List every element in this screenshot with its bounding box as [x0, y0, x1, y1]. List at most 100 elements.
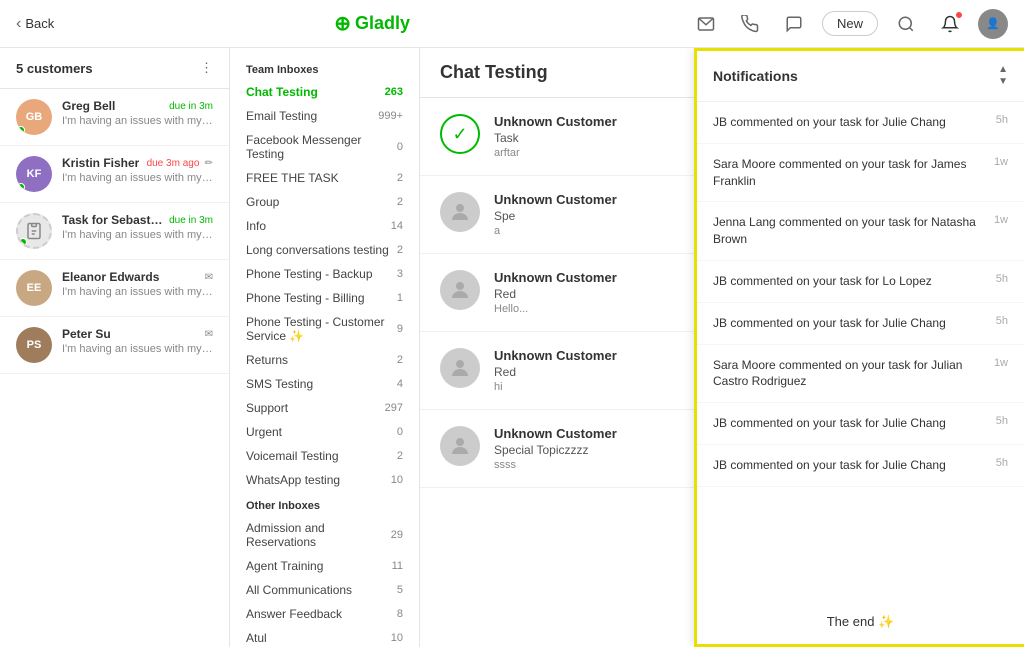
inbox-item-count: 11 — [392, 560, 403, 572]
inbox-item-name: Agent Training — [246, 559, 323, 573]
notif-item[interactable]: Sara Moore commented on your task for Ju… — [697, 345, 1024, 404]
inbox-item-name: Answer Feedback — [246, 607, 342, 621]
inbox-item[interactable]: Info 14 — [230, 214, 419, 238]
back-button[interactable]: ‹ Back — [16, 15, 54, 33]
inbox-item-count: 10 — [391, 632, 403, 644]
edit-icon: ✏ — [205, 158, 213, 169]
logo-plus-icon: ⊕ — [334, 11, 351, 36]
phone-icon[interactable] — [734, 8, 766, 40]
chat-icon[interactable] — [778, 8, 810, 40]
bell-badge — [954, 10, 964, 20]
customer-avatar: PS — [16, 327, 52, 363]
notif-text: Jenna Lang commented on your task for Na… — [713, 214, 994, 248]
inbox-item-name: Voicemail Testing — [246, 449, 339, 463]
inbox-item[interactable]: Admission and Reservations 29 — [230, 516, 419, 554]
customer-item[interactable]: PS Peter Su ✉ I'm having an issues with … — [0, 317, 229, 374]
customer-preview: I'm having an issues with my order that … — [62, 115, 213, 127]
email-icon: ✉ — [205, 272, 213, 283]
customers-header: 5 customers ⋮ — [0, 48, 229, 89]
notif-up-arrow[interactable]: ▲ — [998, 65, 1008, 75]
logo: ⊕ Gladly — [334, 11, 410, 36]
inbox-item-name: Support — [246, 401, 288, 415]
notif-item[interactable]: JB commented on your task for Julie Chan… — [697, 403, 1024, 445]
inbox-item[interactable]: FREE THE TASK 2 — [230, 166, 419, 190]
notif-text: JB commented on your task for Julie Chan… — [713, 315, 996, 332]
inbox-item[interactable]: Returns 2 — [230, 348, 419, 372]
inbox-item[interactable]: WhatsApp testing 10 — [230, 468, 419, 492]
notif-time: 5h — [996, 114, 1008, 126]
customer-name: Peter Su — [62, 327, 111, 341]
inbox-item[interactable]: Urgent 0 — [230, 420, 419, 444]
inbox-item-count: 0 — [397, 426, 403, 438]
customer-due: due 3m ago — [147, 158, 200, 169]
customer-item[interactable]: EE Eleanor Edwards ✉ I'm having an issue… — [0, 260, 229, 317]
notif-down-arrow[interactable]: ▼ — [998, 77, 1008, 87]
user-avatar[interactable]: 👤 — [978, 9, 1008, 39]
inbox-item[interactable]: Answer Feedback 8 — [230, 602, 419, 626]
inbox-item[interactable]: Chat Testing 263 — [230, 80, 419, 104]
inbox-item[interactable]: Voicemail Testing 2 — [230, 444, 419, 468]
header: ‹ Back ⊕ Gladly New — [0, 0, 1024, 48]
mail-icon[interactable] — [690, 8, 722, 40]
notif-item[interactable]: Jenna Lang commented on your task for Na… — [697, 202, 1024, 261]
inbox-item[interactable]: Phone Testing - Backup 3 — [230, 262, 419, 286]
inbox-item[interactable]: All Communications 5 — [230, 578, 419, 602]
inbox-item[interactable]: Agent Training 11 — [230, 554, 419, 578]
inbox-item[interactable]: Atul 10 — [230, 626, 419, 647]
inbox-item-name: Long conversations testing — [246, 243, 389, 257]
notif-item[interactable]: Sara Moore commented on your task for Ja… — [697, 144, 1024, 203]
search-icon[interactable] — [890, 8, 922, 40]
inbox-item[interactable]: SMS Testing 4 — [230, 372, 419, 396]
notif-time: 1w — [994, 357, 1008, 369]
customer-name-row: Greg Bell due in 3m — [62, 99, 213, 113]
customer-item[interactable]: Task for Sebasta... due in 3m I'm having… — [0, 203, 229, 260]
inbox-item-name: Facebook Messenger Testing — [246, 133, 397, 161]
inbox-item[interactable]: Email Testing 999+ — [230, 104, 419, 128]
new-button[interactable]: New — [822, 11, 878, 36]
customer-item[interactable]: KF Kristin Fisher due 3m ago✏ I'm having… — [0, 146, 229, 203]
inbox-item-count: 2 — [397, 172, 403, 184]
customer-due: due in 3m — [169, 215, 213, 226]
inbox-item[interactable]: Phone Testing - Customer Service ✨ 9 — [230, 310, 419, 348]
inbox-item[interactable]: Long conversations testing 2 — [230, 238, 419, 262]
inbox-item-count: 4 — [397, 378, 403, 390]
chat-avatar — [440, 192, 480, 232]
inbox-item-name: Atul — [246, 631, 267, 645]
notif-item[interactable]: JB commented on your task for Julie Chan… — [697, 102, 1024, 144]
inbox-item-name: All Communications — [246, 583, 352, 597]
notif-time: 5h — [996, 315, 1008, 327]
inbox-item-count: 297 — [385, 402, 403, 414]
inbox-item-count: 14 — [391, 220, 403, 232]
customer-avatar: GB — [16, 99, 52, 135]
inbox-item-name: Phone Testing - Customer Service ✨ — [246, 315, 397, 343]
inbox-item-count: 2 — [397, 354, 403, 366]
customer-avatar: KF — [16, 156, 52, 192]
inbox-item-name: Admission and Reservations — [246, 521, 391, 549]
logo-text: Gladly — [355, 13, 410, 34]
inbox-item[interactable]: Support 297 — [230, 396, 419, 420]
notif-text: JB commented on your task for Julie Chan… — [713, 457, 996, 474]
inbox-item-count: 10 — [391, 474, 403, 486]
notif-item[interactable]: JB commented on your task for Lo Lopez 5… — [697, 261, 1024, 303]
inbox-item[interactable]: Group 2 — [230, 190, 419, 214]
customer-name: Eleanor Edwards — [62, 270, 159, 284]
customer-item[interactable]: GB Greg Bell due in 3m I'm having an iss… — [0, 89, 229, 146]
customer-name: Kristin Fisher — [62, 156, 139, 170]
customer-preview: I'm having an issues with my order that … — [62, 286, 213, 298]
chat-avatar — [440, 348, 480, 388]
inbox-item[interactable]: Phone Testing - Billing 1 — [230, 286, 419, 310]
notif-item[interactable]: JB commented on your task for Julie Chan… — [697, 445, 1024, 487]
inbox-item[interactable]: Facebook Messenger Testing 0 — [230, 128, 419, 166]
notif-time: 5h — [996, 457, 1008, 469]
customer-name-row: Kristin Fisher due 3m ago ✏ — [62, 156, 213, 170]
notif-item[interactable]: JB commented on your task for Julie Chan… — [697, 303, 1024, 345]
customer-avatar — [16, 213, 52, 249]
other-inboxes-title: Other Inboxes — [230, 492, 419, 516]
notif-title: Notifications — [713, 68, 798, 84]
app-container: ‹ Back ⊕ Gladly New — [0, 0, 1024, 647]
inbox-item-count: 9 — [397, 323, 403, 335]
bell-button[interactable] — [934, 8, 966, 40]
inbox-item-name: Group — [246, 195, 279, 209]
customers-menu-icon[interactable]: ⋮ — [200, 60, 213, 76]
inbox-item-count: 0 — [397, 141, 403, 153]
